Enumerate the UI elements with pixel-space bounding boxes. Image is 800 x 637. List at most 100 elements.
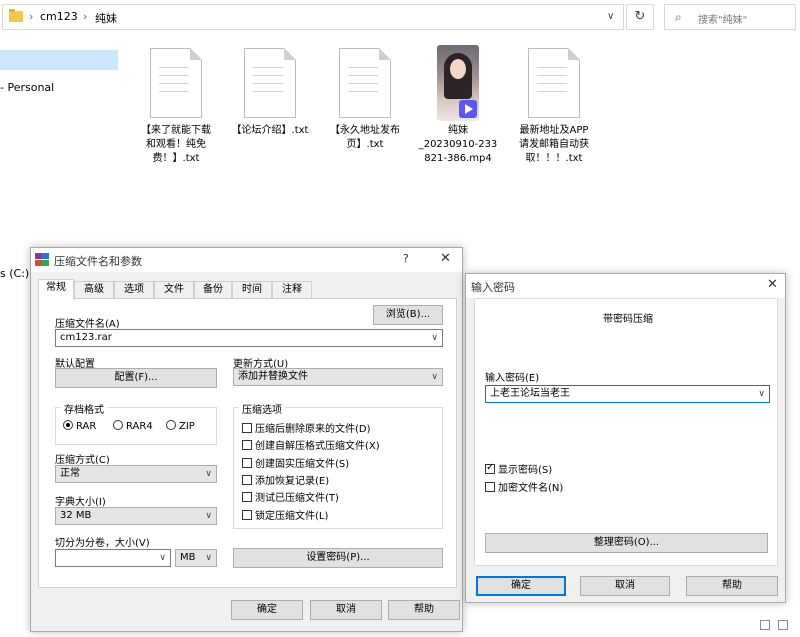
password-dialog-title: 输入密码 <box>471 281 515 294</box>
address-bar[interactable]: › cm123 › 纯妹 ∨ <box>2 4 624 30</box>
option-recovery-record[interactable]: 添加恢复记录(E) <box>242 472 329 487</box>
chevron-down-icon: ∨ <box>205 469 212 479</box>
checkbox-icon <box>242 458 252 468</box>
browse-button[interactable]: 浏览(B)... <box>373 305 443 325</box>
checkbox-icon <box>242 440 252 450</box>
radio-icon <box>166 420 176 430</box>
password-heading: 带密码压缩 <box>603 314 653 325</box>
dictionary-size-select[interactable]: 32 MB ∨ <box>55 507 217 525</box>
dictionary-size-value: 32 MB <box>60 510 92 521</box>
chevron-down-icon[interactable]: ∨ <box>758 386 765 402</box>
help-button[interactable]: 帮助 <box>388 600 460 620</box>
format-rar-radio[interactable]: RAR <box>63 420 96 432</box>
text-file-icon <box>244 48 296 118</box>
checkbox-icon <box>242 423 252 433</box>
chevron-down-icon[interactable]: ∨ <box>607 11 614 22</box>
split-unit-value: MB <box>180 552 196 563</box>
password-ok-button[interactable]: 确定 <box>476 576 566 596</box>
password-panel: 带密码压缩 输入密码(E) 上老王论坛当老王 ∨ 显示密码(S) 加密文件名(N… <box>474 298 778 566</box>
breadcrumb-cm123[interactable]: cm123 <box>40 10 78 23</box>
file-item[interactable]: 【来了就能下载 和观看！纯免 费！】.txt <box>131 48 221 166</box>
show-password-checkbox[interactable]: 显示密码(S) <box>485 461 552 476</box>
compression-method-select[interactable]: 正常 ∨ <box>55 465 217 483</box>
chevron-down-icon: ∨ <box>205 511 212 521</box>
file-item[interactable]: 【永久地址发布 页】.txt <box>320 48 410 152</box>
file-item[interactable]: 【论坛介绍】.txt <box>225 48 315 138</box>
search-icon: ⌕ <box>675 10 682 24</box>
password-dialog-titlebar: 输入密码 ✕ <box>466 274 785 298</box>
radio-icon <box>113 420 123 430</box>
checkbox-checked-icon <box>485 462 495 474</box>
address-toolbar: › cm123 › 纯妹 ∨ ↻ ⌕ 搜索"纯妹" <box>0 0 800 35</box>
file-item[interactable]: 纯妹 _20230910-233 821-386.mp4 <box>413 45 503 166</box>
tab-general[interactable]: 常规 <box>38 279 74 300</box>
large-icons-view-icon[interactable] <box>778 620 788 630</box>
text-file-icon <box>339 48 391 118</box>
archive-name-input[interactable]: cm123.rar ∨ <box>55 329 443 347</box>
archive-name-value: cm123.rar <box>60 332 112 343</box>
chevron-down-icon: ∨ <box>205 553 212 563</box>
password-cancel-button[interactable]: 取消 <box>580 576 670 596</box>
option-solid[interactable]: 创建固实压缩文件(S) <box>242 455 349 470</box>
checkbox-icon <box>242 492 252 502</box>
password-help-button[interactable]: 帮助 <box>686 576 778 596</box>
format-zip-radio[interactable]: ZIP <box>166 420 195 432</box>
password-input[interactable]: 上老王论坛当老王 ∨ <box>485 385 770 403</box>
archive-format-title: 存档格式 <box>61 401 107 416</box>
split-volume-label: 切分为分卷，大小(V) <box>55 538 150 549</box>
checkbox-icon <box>242 510 252 520</box>
tab-panel-general: 压缩文件名(A) 浏览(B)... cm123.rar ∨ 默认配置 配置(F)… <box>38 298 457 588</box>
cancel-button[interactable]: 取消 <box>310 600 382 620</box>
config-button[interactable]: 配置(F)... <box>55 368 217 388</box>
close-icon[interactable]: ✕ <box>767 277 778 292</box>
refresh-button[interactable]: ↻ <box>626 4 654 30</box>
option-sfx[interactable]: 创建自解压格式压缩文件(X) <box>242 437 380 452</box>
format-rar4-radio[interactable]: RAR4 <box>113 420 153 432</box>
winrar-icon <box>35 253 49 266</box>
play-icon <box>459 100 477 118</box>
chevron-down-icon: ∨ <box>431 372 438 382</box>
tab-comment[interactable]: 注释 <box>272 281 312 299</box>
tab-files[interactable]: 文件 <box>154 281 194 299</box>
nav-item-drive[interactable]: s (C:) <box>0 267 29 280</box>
option-test-archive[interactable]: 测试已压缩文件(T) <box>242 489 339 504</box>
tab-time[interactable]: 时间 <box>232 281 272 299</box>
dialog-title: 压缩文件名和参数 <box>54 255 142 268</box>
archive-name-label: 压缩文件名(A) <box>55 319 120 330</box>
chevron-down-icon[interactable]: ∨ <box>159 550 166 566</box>
close-icon[interactable]: ✕ <box>440 251 451 266</box>
search-input[interactable]: ⌕ 搜索"纯妹" <box>664 4 796 30</box>
archive-format-group: 存档格式 RAR RAR4 ZIP <box>55 401 217 445</box>
folder-icon <box>9 9 23 22</box>
encrypt-filenames-checkbox[interactable]: 加密文件名(N) <box>485 479 563 494</box>
enter-password-label: 输入密码(E) <box>485 373 540 384</box>
nav-item-personal[interactable]: - Personal <box>0 81 54 94</box>
split-unit-select[interactable]: MB ∨ <box>175 549 217 567</box>
chevron-right-icon: › <box>83 10 88 23</box>
option-delete-after[interactable]: 压缩后删除原来的文件(D) <box>242 420 371 435</box>
dialog-titlebar: 压缩文件名和参数 ? ✕ <box>31 248 462 272</box>
tab-advanced[interactable]: 高级 <box>74 281 114 299</box>
details-view-icon[interactable] <box>760 620 770 630</box>
help-icon[interactable]: ? <box>403 252 409 265</box>
file-name: 【论坛介绍】.txt <box>231 125 309 136</box>
compression-method-value: 正常 <box>60 468 80 479</box>
file-name: 最新地址及APP 请发邮箱自动获 取！！！.txt <box>519 125 589 164</box>
update-method-select[interactable]: 添加并替换文件 ∨ <box>233 368 443 386</box>
file-item[interactable]: 最新地址及APP 请发邮箱自动获 取！！！.txt <box>509 48 599 166</box>
file-name: 纯妹 _20230910-233 821-386.mp4 <box>418 125 498 164</box>
breadcrumb-current[interactable]: 纯妹 <box>95 10 117 26</box>
split-size-input[interactable]: ∨ <box>55 549 171 567</box>
set-password-button[interactable]: 设置密码(P)... <box>233 548 443 568</box>
refresh-icon: ↻ <box>634 9 646 24</box>
organize-passwords-button[interactable]: 整理密码(O)... <box>485 533 768 553</box>
option-lock-archive[interactable]: 锁定压缩文件(L) <box>242 507 328 522</box>
nav-item-selected[interactable] <box>0 50 118 70</box>
tab-options[interactable]: 选项 <box>114 281 154 299</box>
chevron-down-icon[interactable]: ∨ <box>431 330 438 346</box>
ok-button[interactable]: 确定 <box>231 600 303 620</box>
compression-options-group: 压缩选项 压缩后删除原来的文件(D) 创建自解压格式压缩文件(X) 创建固实压缩… <box>233 401 443 529</box>
password-value: 上老王论坛当老王 <box>490 388 570 399</box>
text-file-icon <box>528 48 580 118</box>
tab-backup[interactable]: 备份 <box>194 281 232 299</box>
